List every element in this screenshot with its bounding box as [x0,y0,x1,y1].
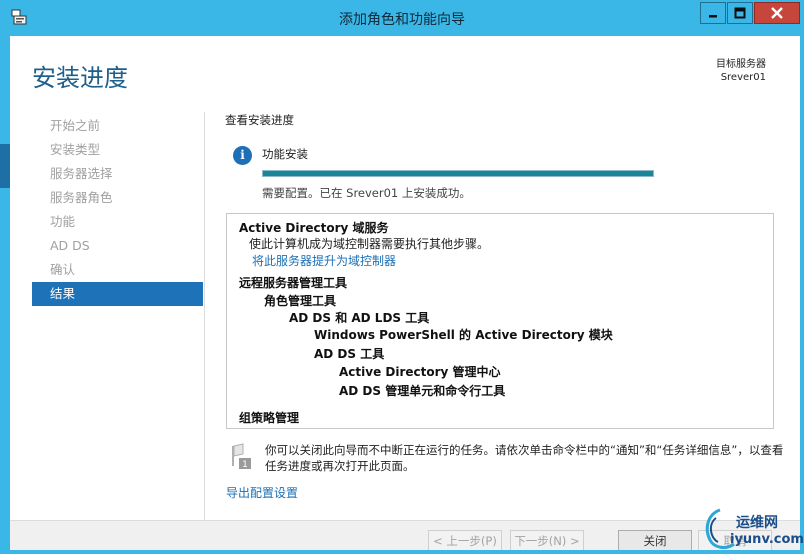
result-adds-lds-tools: AD DS 和 AD LDS 工具 [289,311,430,325]
maximize-icon [734,7,746,19]
nav-item-results[interactable]: 结果 [32,282,203,306]
nav-item-ad-ds[interactable]: AD DS [32,234,203,258]
window-title: 添加角色和功能向导 [339,12,465,28]
result-ad-ds: Active Directory 域服务 [239,221,389,235]
minimize-icon [709,15,717,18]
close-wizard-note: 你可以关闭此向导而不中断正在运行的任务。请依次单击命令栏中的“通知”和“任务详细… [265,443,784,473]
target-server-name: Srever01 [720,72,766,83]
result-group-policy: 组策略管理 [239,411,300,425]
info-icon: i [233,146,252,165]
flag-icon: 1 [232,443,251,470]
window-frame-left [0,36,10,554]
install-status: 需要配置。已在 Srever01 上安装成功。 [262,186,471,200]
close-button[interactable]: 关闭 [618,530,692,552]
section-label: 查看安装进度 [225,113,294,127]
wizard-footer: < 上一步(P) 下一步(N) > 关闭 取消 [10,520,800,552]
nav-item-before-you-begin[interactable]: 开始之前 [32,114,203,138]
nav-item-installation-type[interactable]: 安装类型 [32,138,203,162]
target-server-label: 目标服务器 [716,59,766,70]
nav-item-features[interactable]: 功能 [32,210,203,234]
maximize-button[interactable] [727,2,753,24]
promote-dc-link[interactable]: 将此服务器提升为域控制器 [252,252,396,269]
progress-fill [263,171,653,176]
minimize-button[interactable] [700,2,726,24]
frame-mark [0,144,10,188]
target-server-info: 目标服务器 Srever01 [716,58,766,84]
close-icon [771,7,783,19]
watermark: 运维网 iyunv.com [700,504,804,554]
results-list: Active Directory 域服务 使此计算机成为域控制器需要执行其他步骤… [226,213,774,429]
install-progress-bar [262,170,654,177]
nav-item-server-selection[interactable]: 服务器选择 [32,162,203,186]
export-config-link[interactable]: 导出配置设置 [226,484,298,501]
title-bar: 添加角色和功能向导 [0,0,804,36]
result-adds-snapins: AD DS 管理单元和命令行工具 [339,384,506,398]
next-button[interactable]: 下一步(N) > [510,530,584,552]
flag-badge-number: 1 [242,460,248,470]
main-content: 查看安装进度 i 功能安装 需要配置。已在 Srever01 上安装成功。 Ac… [204,112,794,522]
feature-install-title: 功能安装 [262,147,308,161]
watermark-cn: 运维网 [736,515,778,531]
watermark-en: iyunv.com [730,532,804,547]
page-title: 安装进度 [32,64,128,92]
window-frame-right [800,36,804,554]
result-role-admin-tools: 角色管理工具 [264,294,337,308]
nav-item-confirmation[interactable]: 确认 [32,258,203,282]
window-frame-bottom [0,550,804,554]
result-ad-admin-center: Active Directory 管理中心 [339,365,501,379]
close-window-button[interactable] [754,2,800,24]
wizard-nav: 开始之前 安装类型 服务器选择 服务器角色 功能 AD DS 确认 结果 [32,114,203,306]
previous-button[interactable]: < 上一步(P) [428,530,502,552]
result-ad-ds-description: 使此计算机成为域控制器需要执行其他步骤。 [249,237,490,251]
result-ps-module: Windows PowerShell 的 Active Directory 模块 [314,328,613,342]
nav-item-server-roles[interactable]: 服务器角色 [32,186,203,210]
result-adds-tools: AD DS 工具 [314,347,385,361]
result-rsat: 远程服务器管理工具 [239,276,348,290]
